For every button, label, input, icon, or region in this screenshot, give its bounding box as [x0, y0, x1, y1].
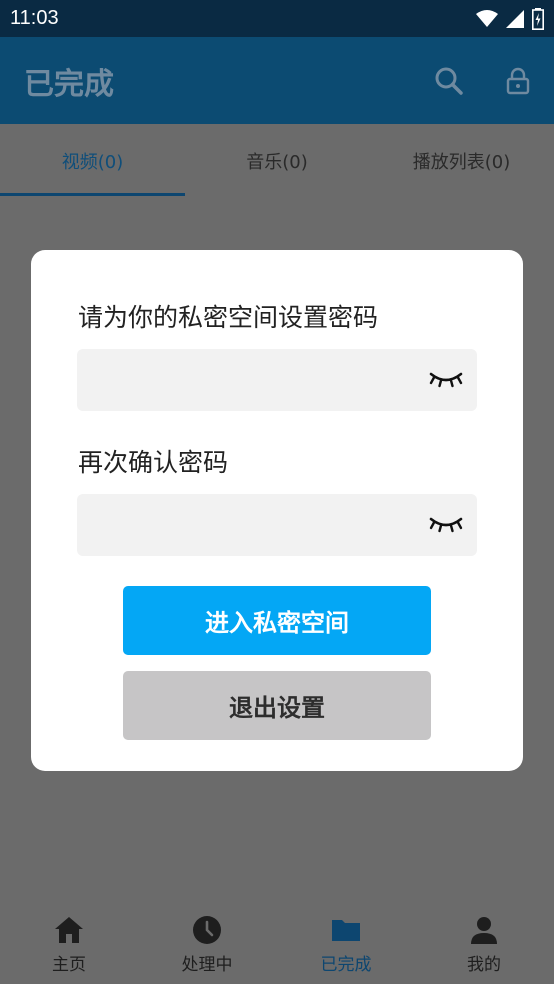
clock-icon — [193, 916, 221, 944]
eye-closed-icon[interactable] — [429, 513, 463, 535]
confirm-label: 再次确认密码 — [78, 448, 229, 477]
app-bar: 已完成 — [0, 37, 554, 124]
lock-icon[interactable] — [506, 67, 530, 95]
tab-playlist[interactable]: 播放列表(0) — [369, 124, 554, 198]
nav-home-label: 主页 — [52, 955, 86, 975]
password-label: 请为你的私密空间设置密码 — [78, 303, 379, 332]
page-title: 已完成 — [24, 66, 114, 102]
tab-playlist-label: 播放列表(0) — [412, 152, 511, 173]
status-time: 11:03 — [10, 7, 59, 29]
nav-home[interactable]: 主页 — [0, 904, 138, 984]
nav-completed[interactable]: 已完成 — [277, 904, 415, 984]
folder-icon — [332, 920, 360, 941]
tab-indicator — [0, 193, 185, 196]
tab-music-label: 音乐(0) — [246, 152, 308, 173]
enter-private-space-button[interactable]: 进入私密空间 — [123, 586, 431, 655]
status-bar: 11:03 — [0, 0, 554, 37]
wifi-icon — [476, 9, 498, 27]
status-icons — [476, 7, 544, 30]
bottom-nav: 主页 处理中 已完成 我的 — [0, 904, 554, 984]
tab-video[interactable]: 视频(0) — [0, 124, 185, 198]
battery-icon — [532, 7, 544, 30]
home-icon — [55, 917, 83, 943]
confirm-password-input[interactable] — [77, 494, 449, 556]
eye-closed-icon[interactable] — [429, 368, 463, 390]
password-field[interactable] — [77, 349, 477, 411]
nav-mine-label: 我的 — [467, 955, 501, 975]
confirm-password-field[interactable] — [77, 494, 477, 556]
nav-processing-label: 处理中 — [181, 955, 233, 975]
nav-completed-label: 已完成 — [320, 955, 372, 975]
signal-icon — [506, 9, 524, 28]
private-space-dialog: 请为你的私密空间设置密码 再次确认密码 进入私密空间 退出设置 — [31, 250, 523, 771]
tab-music[interactable]: 音乐(0) — [185, 124, 369, 198]
nav-processing[interactable]: 处理中 — [138, 904, 276, 984]
exit-settings-button[interactable]: 退出设置 — [123, 671, 431, 740]
nav-mine[interactable]: 我的 — [415, 904, 553, 984]
search-icon[interactable] — [434, 66, 464, 96]
person-icon — [471, 917, 497, 944]
tab-bar: 视频(0) 音乐(0) 播放列表(0) — [0, 124, 554, 198]
tab-video-label: 视频(0) — [61, 152, 124, 173]
password-input[interactable] — [77, 349, 449, 411]
